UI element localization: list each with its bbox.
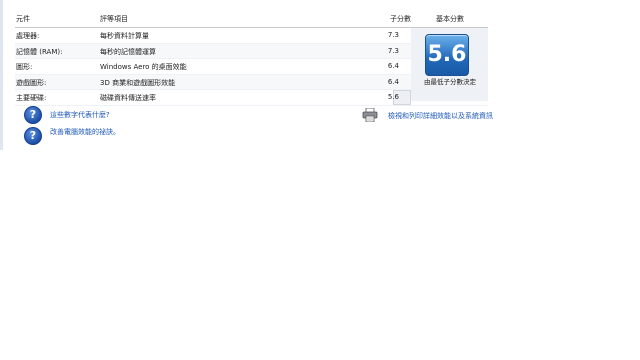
rated-item: 磁碟資料傳送速率 bbox=[100, 94, 156, 102]
rated-item: 每秒資料計算量 bbox=[100, 32, 149, 40]
component-label: 記憶體 (RAM): bbox=[16, 47, 63, 56]
help-icon: ? bbox=[24, 127, 42, 145]
base-score-caption: 由最低子分數決定 bbox=[424, 78, 476, 86]
header-base-score: 基本分數 bbox=[436, 15, 464, 23]
subscore-value: 6.4 bbox=[387, 62, 399, 70]
what-numbers-mean-link[interactable]: 這些數字代表什麼? bbox=[50, 110, 110, 120]
subscore-value: 5.6 bbox=[387, 93, 399, 101]
subscore-value: 6.4 bbox=[387, 77, 399, 86]
performance-score-panel: 元件 評等項目 子分數 基本分數 處理器: 每秒資料計算量 7.3 記憶體 (R… bbox=[15, 10, 488, 106]
improve-performance-link[interactable]: 改善電腦效能的祕訣。 bbox=[50, 127, 120, 137]
header-subscore: 子分數 bbox=[390, 15, 411, 23]
component-label: 圖形: bbox=[16, 63, 33, 71]
component-label: 遊戲圖形: bbox=[16, 78, 47, 87]
base-score-value: 5.6 bbox=[427, 42, 467, 67]
subscore-value: 7.3 bbox=[387, 31, 399, 39]
help-icon: ? bbox=[24, 106, 42, 124]
rated-item: Windows Aero 的桌面效能 bbox=[100, 63, 187, 71]
header-component: 元件 bbox=[16, 15, 30, 23]
rated-item: 每秒的記憶體運算 bbox=[100, 47, 156, 56]
component-label: 主要硬碟: bbox=[16, 94, 47, 102]
rated-item: 3D 商業和遊戲圖形效能 bbox=[100, 78, 176, 87]
printer-icon bbox=[362, 108, 378, 122]
base-score-badge: 5.6 bbox=[425, 34, 469, 76]
left-accent-strip bbox=[0, 0, 3, 150]
view-print-details-link[interactable]: 檢視和列印詳細效能以及系統資訊 bbox=[388, 111, 493, 121]
table-header: 元件 評等項目 子分數 基本分數 bbox=[15, 10, 488, 28]
component-label: 處理器: bbox=[16, 32, 40, 40]
header-rated-item: 評等項目 bbox=[100, 15, 128, 23]
base-score-box: 5.6 由最低子分數決定 bbox=[411, 28, 488, 101]
subscore-value: 7.3 bbox=[387, 46, 399, 55]
